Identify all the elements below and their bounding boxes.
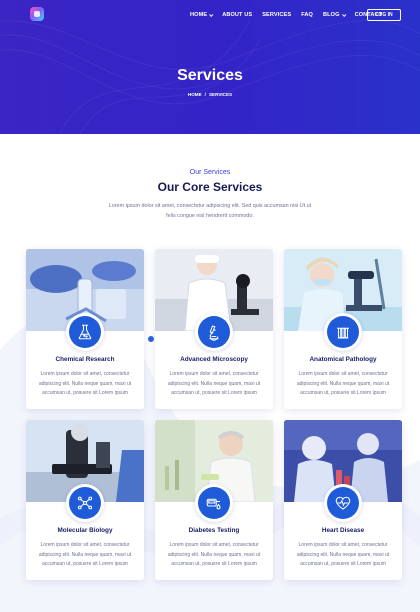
beaker-icon [78, 324, 92, 340]
page-title: Services [177, 67, 243, 84]
service-card-molecular-biology[interactable]: Molecular Biology Lorem ipsum dolor sit … [26, 420, 144, 580]
service-card-diabetes-testing[interactable]: Diabetes Testing Lorem ipsum dolor sit a… [155, 420, 273, 580]
service-title[interactable]: Advanced Microscopy [155, 356, 273, 363]
service-title[interactable]: Anatomical Pathology [284, 356, 402, 363]
service-description: Lorem ipsum dolor sit amet, consectetur … [38, 371, 132, 396]
molecule-icon [77, 496, 93, 510]
service-card-anatomical-pathology[interactable]: Anatomical Pathology Lorem ipsum dolor s… [284, 249, 402, 409]
service-badge [195, 484, 233, 522]
service-card-advanced-microscopy[interactable]: Advanced Microscopy Lorem ipsum dolor si… [155, 249, 273, 409]
service-title[interactable]: Chemical Research [26, 356, 144, 363]
service-description: Lorem ipsum dolor sit amet, consectetur … [296, 542, 390, 567]
breadcrumb: HOME / SERVICES [0, 92, 420, 97]
service-badge [195, 313, 233, 351]
service-card-heart-disease[interactable]: Heart Disease Lorem ipsum dolor sit amet… [284, 420, 402, 580]
service-badge [324, 484, 362, 522]
test-tubes-icon [337, 327, 349, 339]
slider-dot[interactable] [148, 336, 154, 342]
chevron-down-icon [341, 12, 346, 17]
glucose-meter-icon [206, 498, 221, 510]
nav-blog[interactable]: BLOG [323, 12, 346, 18]
service-title[interactable]: Diabetes Testing [155, 527, 273, 534]
login-button[interactable]: LOG IN [367, 9, 401, 21]
service-description: Lorem ipsum dolor sit amet, consectetur … [38, 542, 132, 567]
section-eyebrow: Our Services [189, 169, 231, 176]
section-description: Lorem ipsum dolor sit amet, consectetur … [108, 203, 312, 219]
nav-about[interactable]: ABOUT US [222, 12, 252, 18]
section-title: Our Core Services [157, 180, 263, 194]
service-badge [66, 484, 104, 522]
service-title[interactable]: Molecular Biology [26, 527, 144, 534]
service-title[interactable]: Heart Disease [284, 527, 402, 534]
service-description: Lorem ipsum dolor sit amet, consectetur … [167, 542, 261, 567]
main-nav: HOME ABOUT US SERVICES FAQ BLOG CONTACT [190, 12, 392, 18]
chevron-down-icon [209, 12, 214, 17]
breadcrumb-home[interactable]: HOME [188, 92, 202, 97]
service-description: Lorem ipsum dolor sit amet, consectetur … [296, 371, 390, 396]
nav-services[interactable]: SERVICES [262, 12, 291, 18]
nav-faq[interactable]: FAQ [301, 12, 313, 18]
microscope-icon [209, 325, 219, 341]
service-description: Lorem ipsum dolor sit amet, consectetur … [167, 371, 261, 396]
service-badge [66, 313, 104, 351]
service-badge [324, 313, 362, 351]
breadcrumb-separator: / [204, 92, 206, 97]
heart-pulse-icon [335, 496, 351, 510]
nav-home[interactable]: HOME [190, 12, 214, 18]
service-card-chemical-research[interactable]: Chemical Research Lorem ipsum dolor sit … [26, 249, 144, 409]
page-hero: HOME ABOUT US SERVICES FAQ BLOG CONTACT … [0, 0, 420, 134]
breadcrumb-current: SERVICES [208, 92, 233, 97]
site-logo[interactable] [30, 7, 44, 21]
